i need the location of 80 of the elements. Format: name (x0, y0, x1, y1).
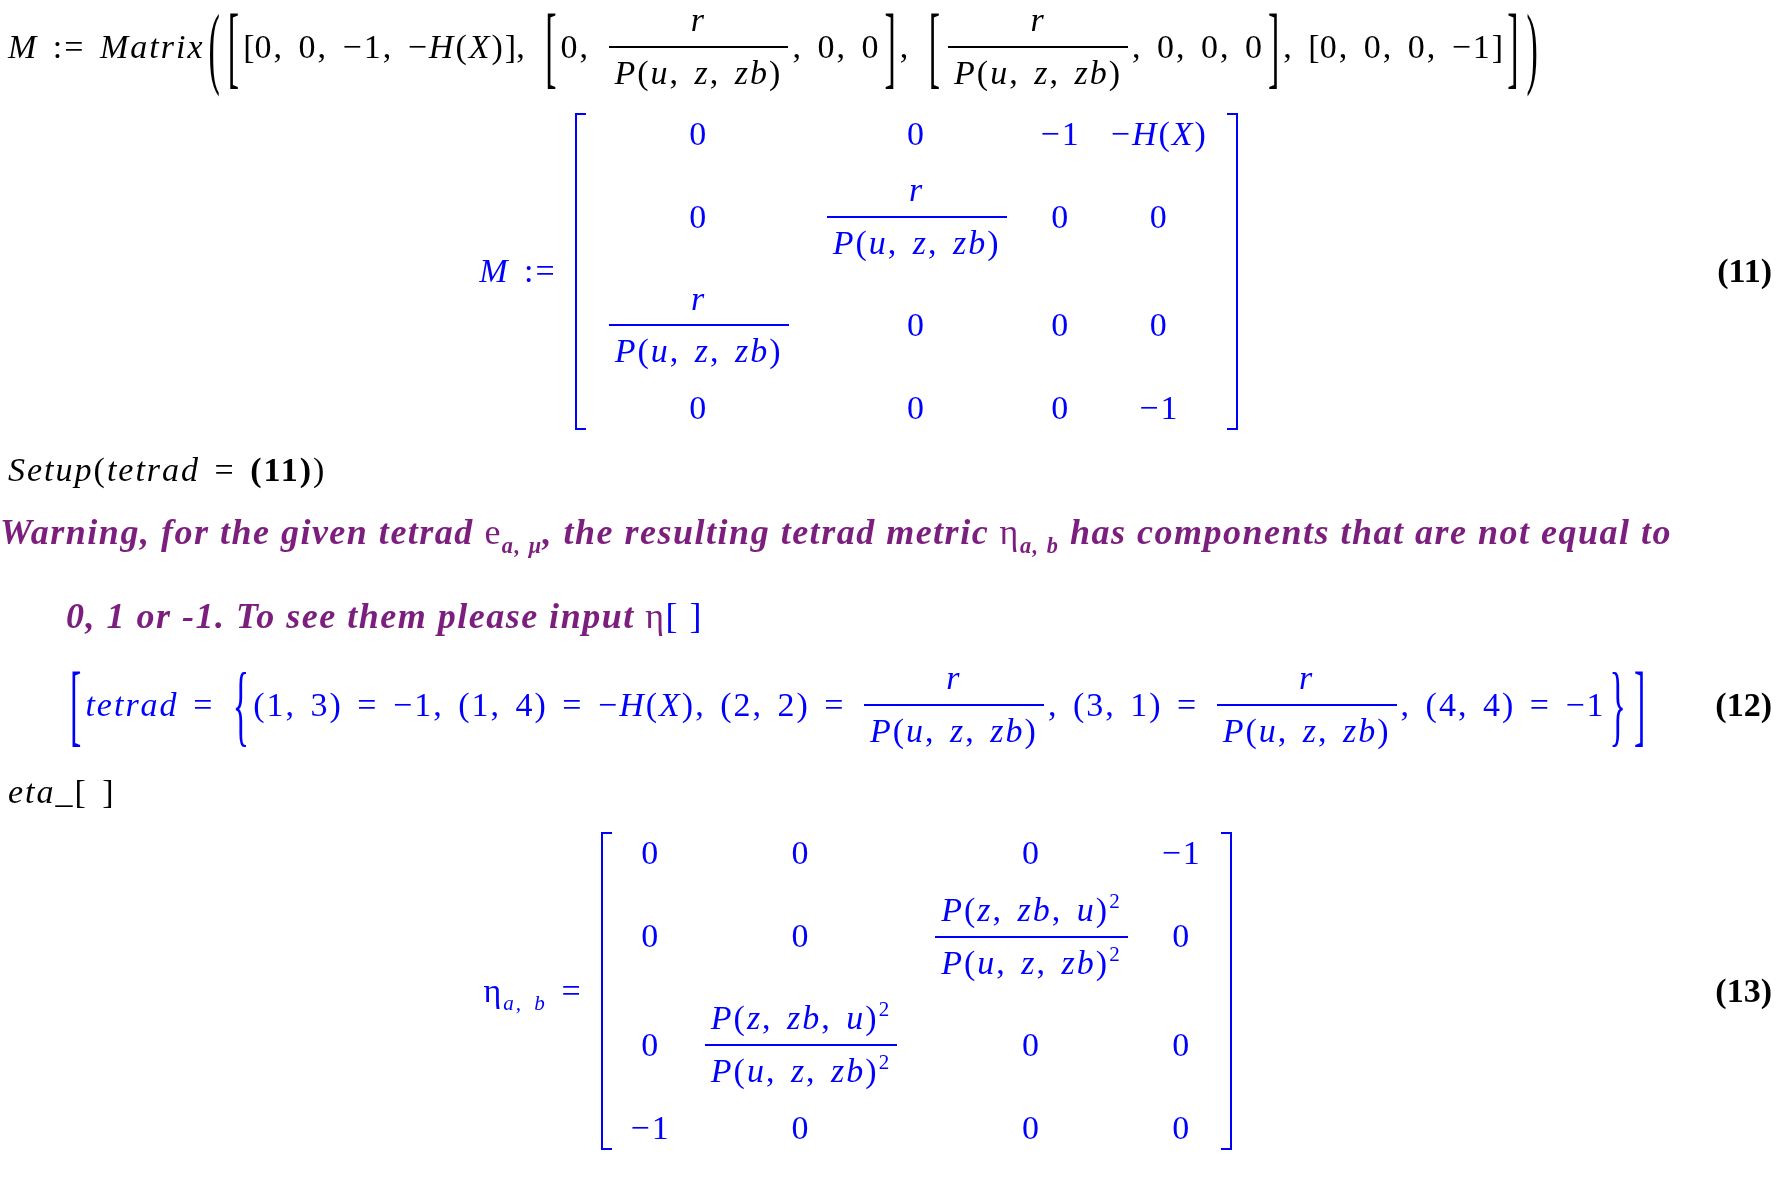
delimiter: [ (545, 0, 557, 93)
numerator: r (1029, 0, 1047, 40)
matrix-entry: 0 (1021, 1108, 1041, 1149)
matrix-entry: 0 (1172, 1108, 1192, 1149)
math-text: eta_[ ] (8, 771, 116, 812)
math-text: Setup(tetrad = (11)) (8, 449, 327, 490)
matrix-entry: 0 (1051, 388, 1071, 429)
numerator: r (689, 0, 708, 40)
numerator: r (907, 170, 926, 211)
math-text: , (516, 26, 528, 67)
delimiter: [ (928, 0, 941, 93)
matrix-entry: 0 (907, 305, 927, 346)
equation-label: (13) (1715, 970, 1773, 1011)
numerator: r (1298, 658, 1316, 699)
matrix-entry: 0 (641, 916, 661, 957)
equation-label: (11) (1717, 250, 1773, 291)
equation-label: (12) (1715, 684, 1773, 725)
numerator: P(z, zb, u)$^{2}$ (940, 889, 1123, 930)
matrix-entry: 0 (1051, 305, 1071, 346)
matrix-entry: −1 (630, 1108, 671, 1149)
delimiter: ] (1491, 29, 1504, 64)
delimiter: [ (1308, 29, 1320, 64)
math-text: M := Matrix (8, 26, 205, 67)
math-text: 0, 0, −1, −H(X) (254, 26, 505, 67)
delimiter: ] (504, 29, 517, 64)
delimiter: ] (884, 0, 896, 93)
math-text: , 0, 0, 0 (1131, 26, 1264, 67)
matrix-entry: 0 (791, 1108, 811, 1149)
numerator: r (690, 278, 708, 319)
matrix-entry: 0 (1149, 196, 1169, 237)
matrix-entry: −1 (1139, 388, 1180, 429)
matrix-entry: 0 (791, 916, 811, 957)
math-text: , 0, 0 (792, 26, 881, 67)
matrix-entry: 0 (791, 833, 811, 874)
denominator: P(u, z, zb) (613, 52, 784, 93)
math-text: , (3, 1) = (1047, 684, 1200, 725)
warning-text: Warning, for the given tetrad e$_{a, μ}$, the resulting tetrad metric η$_{a, b}$ has components that are not equal to (0, 511, 1672, 556)
matrix-entry: 0 (1172, 916, 1192, 957)
matrix-entry: 0 (1051, 196, 1071, 237)
math-text: , (4, 4) = −1 (1400, 684, 1606, 725)
matrix-entry: −1 (1161, 833, 1202, 874)
math-text: M := (479, 250, 557, 291)
math-text: 0, 0, 0, −1 (1319, 26, 1492, 67)
denominator: P(u, z, zb) (1221, 711, 1392, 752)
denominator: P(u, z, zb)$^{2}$ (709, 1049, 893, 1092)
matrix-entry: 0 (641, 833, 661, 874)
math-text: tetrad = (85, 684, 216, 725)
matrix-entry: 0 (689, 196, 709, 237)
delimiter: [ (70, 659, 82, 751)
matrix-entry: 0 (1021, 833, 1041, 874)
denominator: P(u, z, zb)$^{2}$ (940, 941, 1123, 983)
delimiter: } (1609, 659, 1626, 751)
math-text: η$_{a, b}$ = (483, 970, 583, 1013)
denominator: P(u, z, zb) (613, 331, 784, 372)
warning-text: 0, 1 or -1. To see them please input η[ ] (66, 595, 703, 639)
math-text: 0, (560, 26, 591, 67)
math-text: (1, 3) = −1, (1, 4) = −H(X), (2, 2) = (253, 684, 847, 725)
matrix-entry: 0 (1149, 305, 1169, 346)
denominator: P(u, z, zb) (953, 52, 1123, 93)
denominator: P(u, z, zb) (831, 222, 1002, 263)
denominator: P(u, z, zb) (868, 711, 1039, 752)
matrix-entry: 0 (641, 1025, 661, 1065)
delimiter: [ (243, 29, 255, 64)
delimiter: ] (1633, 659, 1646, 751)
matrix-entry: 0 (907, 113, 927, 154)
matrix-entry: 0 (1172, 1025, 1192, 1065)
math-text: , (899, 26, 912, 67)
matrix-entry: −H(X) (1110, 113, 1208, 154)
matrix-entry: 0 (907, 388, 927, 429)
delimiter: ] (1267, 0, 1280, 93)
delimiter: ] (1507, 0, 1519, 93)
math-text: , (1283, 26, 1295, 67)
matrix-entry: 0 (1021, 1025, 1041, 1065)
delimiter: [ (227, 0, 240, 93)
delimiter: { (232, 659, 250, 751)
matrix-entry: 0 (689, 113, 709, 154)
matrix-entry: −1 (1040, 113, 1081, 154)
numerator: r (945, 658, 963, 699)
matrix-entry: 0 (689, 388, 709, 429)
numerator: P(z, zb, u)$^{2}$ (709, 998, 893, 1039)
